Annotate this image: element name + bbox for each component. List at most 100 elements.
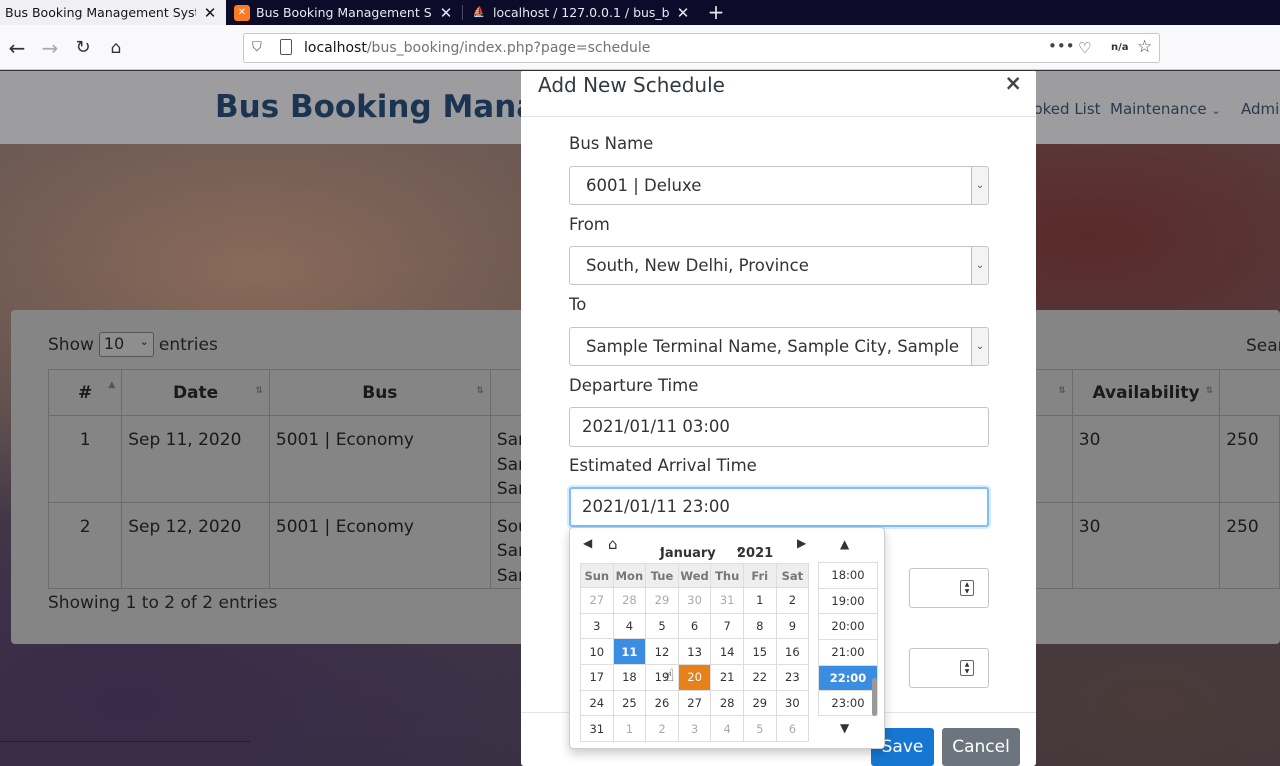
page-icon[interactable] (280, 39, 292, 55)
calendar-day[interactable]: 2 (775, 587, 810, 614)
time-scroll-down-icon[interactable]: ▼ (840, 721, 849, 735)
browser-tab-bar: Bus Booking Management System ✕ ✕ Bus Bo… (0, 0, 1280, 25)
calendar-day[interactable]: 9 (775, 612, 810, 640)
calendar-day[interactable]: 30 (775, 689, 810, 717)
time-option[interactable]: 21:00 (819, 640, 877, 666)
calendar-day[interactable]: 1 (612, 715, 647, 743)
col-header-price[interactable] (1219, 369, 1280, 416)
calendar-day[interactable]: 12 (645, 638, 679, 666)
tab-close-icon[interactable]: ✕ (438, 4, 454, 22)
shield-icon[interactable]: ⛉ (252, 40, 262, 55)
tab-bus-booking-1[interactable]: Bus Booking Management System ✕ (0, 0, 226, 25)
departure-time-input[interactable]: 2021/01/11 03:00 (569, 407, 989, 447)
spinner-arrows-icon[interactable]: ▲ ▼ (960, 580, 974, 596)
sort-icon: ⇅ (476, 386, 484, 396)
cell-availability: 30 (1071, 415, 1221, 503)
calendar-day[interactable]: 24 (580, 689, 614, 717)
weekday-label: Mon (612, 563, 647, 588)
tab-close-icon[interactable]: ✕ (675, 4, 691, 22)
calendar-day-selected[interactable]: 11 (612, 638, 647, 666)
calendar-day[interactable]: 21 (710, 664, 744, 691)
calendar-day[interactable]: 2 (645, 715, 679, 743)
more-dots-icon[interactable]: ••• (1048, 37, 1075, 55)
tab-bus-booking-2[interactable]: ✕ Bus Booking Management System ✕ (226, 0, 462, 25)
back-arrow-icon[interactable]: ← (5, 36, 29, 60)
entries-length-select[interactable]: 10 ⌄ (98, 332, 154, 357)
seats-number-input[interactable]: ▲ ▼ (909, 568, 989, 608)
calendar-day[interactable]: 16 (775, 638, 810, 666)
entries-label: entries (158, 334, 218, 355)
calendar-day[interactable]: 6 (775, 715, 810, 743)
calendar-day-today[interactable]: 20 (677, 664, 712, 691)
col-header-bus[interactable]: Bus ⇅ (268, 369, 491, 416)
new-tab-icon[interactable]: + (699, 0, 733, 25)
calendar-day[interactable]: 1 (742, 587, 777, 614)
spinner-arrows-icon[interactable]: ▲ ▼ (960, 660, 974, 676)
weekday-label: Sat (775, 563, 810, 588)
url-bar[interactable]: ⛉ localhost/bus_booking/index.php?page=s… (243, 33, 1160, 63)
calendar-day[interactable]: 7 (710, 612, 744, 640)
nav-admin[interactable]: Admin (1241, 100, 1280, 118)
col-header-date[interactable]: Date ⇅ (121, 369, 270, 416)
tab-close-icon[interactable]: ✕ (202, 4, 218, 22)
calendar-day[interactable]: 10 (580, 638, 614, 666)
calendar-day[interactable]: 25 (612, 689, 647, 717)
calendar-day[interactable]: 4 (710, 715, 744, 743)
calendar-day[interactable]: 4 (612, 612, 647, 640)
reload-icon[interactable]: ↻ (71, 36, 95, 60)
bookmark-star-icon[interactable]: ☆ (1137, 37, 1152, 57)
calendar-day[interactable]: 31 (580, 715, 614, 743)
time-option[interactable]: 23:00 (819, 691, 877, 715)
arrival-time-input[interactable]: 2021/01/11 23:00 (569, 487, 989, 527)
home-icon[interactable]: ⌂ (104, 36, 128, 60)
col-header-availability[interactable]: Availability ⇅ (1071, 369, 1221, 416)
calendar-day[interactable]: 15 (742, 638, 777, 666)
bus-name-select[interactable]: 6001 | Deluxe ⌄ (569, 166, 989, 205)
calendar-day[interactable]: 28 (612, 587, 647, 614)
calendar-day[interactable]: 29 (645, 587, 679, 614)
calendar-day[interactable]: 14 (710, 638, 744, 666)
extension-na-label[interactable]: n/a (1111, 42, 1129, 53)
time-option-selected[interactable]: 22:00 (819, 665, 877, 692)
calendar-day[interactable]: 3 (677, 715, 712, 743)
calendar-day[interactable]: 3 (580, 612, 614, 640)
calendar-day[interactable]: 31 (710, 587, 744, 614)
col-header-num[interactable]: # ▲ (47, 369, 123, 416)
weekday-label: Tue (645, 563, 679, 588)
time-option[interactable]: 18:00 (819, 563, 877, 589)
from-select[interactable]: South, New Delhi, Province ⌄ (569, 246, 989, 285)
url-text: localhost/bus_booking/index.php?page=sch… (304, 40, 651, 56)
calendar-day[interactable]: 29 (742, 689, 777, 717)
pocket-icon[interactable]: ♡ (1078, 39, 1091, 57)
calendar-day[interactable]: 17 (580, 664, 614, 691)
cancel-button[interactable]: Cancel (942, 728, 1020, 766)
calendar-day[interactable]: 5 (645, 612, 679, 640)
time-option[interactable]: 20:00 (819, 614, 877, 641)
calendar-day[interactable]: 5 (742, 715, 777, 743)
calendar-day[interactable]: 6 (677, 612, 712, 640)
calendar-day[interactable]: 26 (645, 689, 679, 717)
prev-month-icon[interactable]: ◀ (583, 536, 592, 550)
close-icon[interactable]: × (1004, 71, 1022, 95)
forward-arrow-icon[interactable]: → (38, 36, 62, 60)
calendar-day[interactable]: 22 (742, 664, 777, 691)
next-month-icon[interactable]: ▶ (797, 536, 806, 550)
tab-phpmyadmin[interactable]: ⛵ localhost / 127.0.0.1 / bus_booking ✕ (463, 0, 699, 25)
tab-title: Bus Booking Management System (256, 5, 432, 20)
time-option[interactable]: 19:00 (819, 589, 877, 615)
calendar-week: 17 18 19 20 21 22 23 (580, 664, 810, 691)
time-scrollbar[interactable] (872, 678, 877, 716)
home-icon[interactable]: ⌂ (608, 535, 618, 553)
calendar-day[interactable]: 18 (612, 664, 647, 691)
calendar-day[interactable]: 23 (775, 664, 810, 691)
price-number-input[interactable]: ▲ ▼ (909, 648, 989, 688)
calendar-day[interactable]: 28 (710, 689, 744, 717)
nav-maintenance[interactable]: Maintenance ⌄ (1110, 100, 1221, 118)
calendar-day[interactable]: 27 (677, 689, 712, 717)
calendar-day[interactable]: 8 (742, 612, 777, 640)
calendar-day[interactable]: 13 (677, 638, 712, 666)
calendar-day[interactable]: 27 (580, 587, 614, 614)
calendar-day[interactable]: 30 (677, 587, 712, 614)
time-scroll-up-icon[interactable]: ▲ (840, 537, 849, 551)
to-select[interactable]: Sample Terminal Name, Sample City, Sampl… (569, 327, 989, 366)
